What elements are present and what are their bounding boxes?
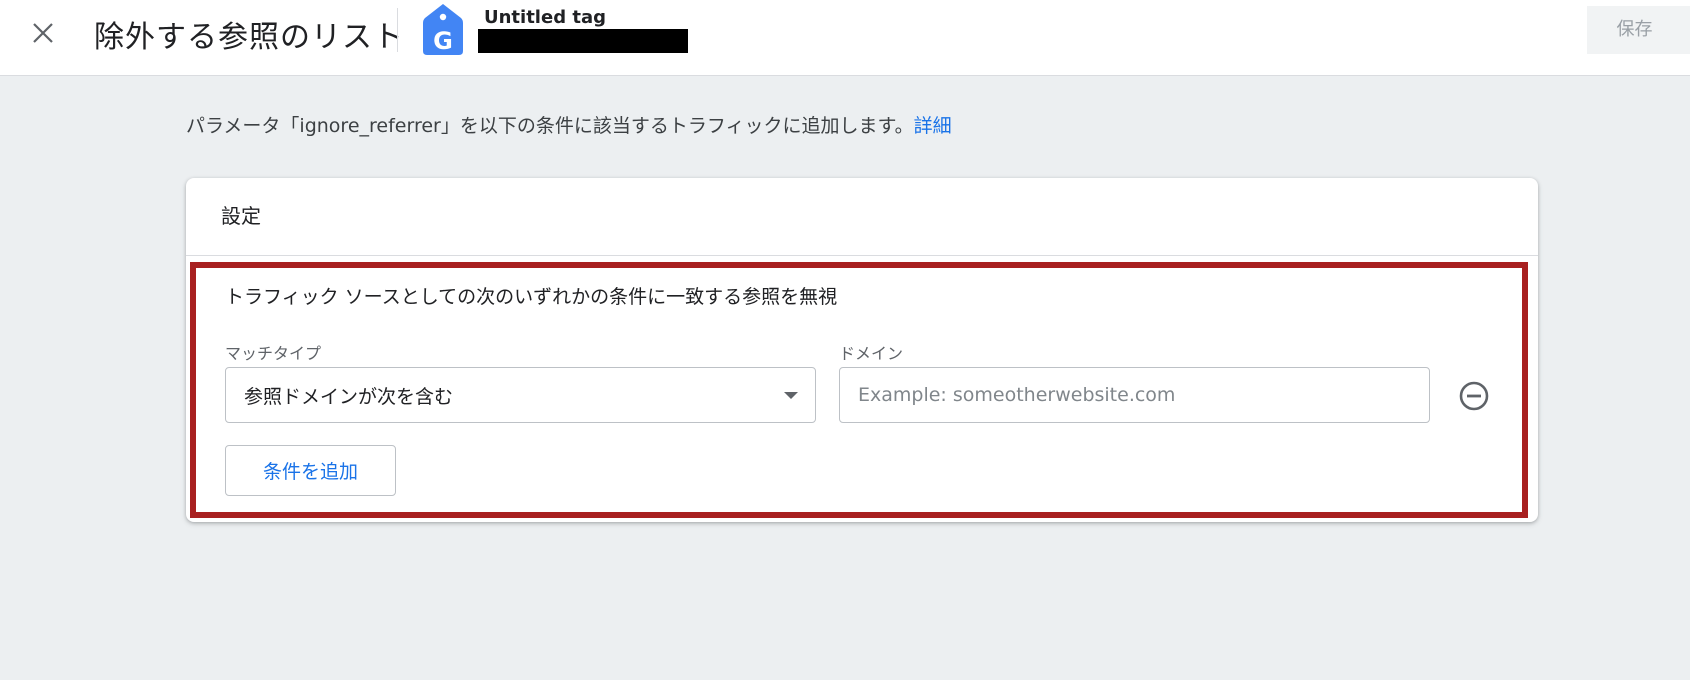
learn-more-link[interactable]: 詳細 [914, 115, 952, 137]
settings-card: 設定 トラフィック ソースとしての次のいずれかの条件に一致する参照を無視 マッチ… [186, 178, 1538, 522]
header-divider [397, 8, 398, 52]
top-app-bar: 除外する参照のリスト G Untitled tag 保存 [0, 0, 1690, 76]
save-button[interactable]: 保存 [1587, 6, 1690, 54]
match-type-label: マッチタイプ [225, 344, 322, 363]
remove-circle-icon [1459, 381, 1489, 411]
tag-name: Untitled tag [484, 7, 606, 28]
google-tag-icon: G [423, 4, 463, 55]
close-button[interactable] [26, 16, 60, 50]
page-title: 除外する参照のリスト [94, 20, 404, 55]
match-type-selected-value: 参照ドメインが次を含む [244, 386, 454, 408]
match-type-select[interactable]: 参照ドメインが次を含む [225, 367, 816, 423]
settings-card-title: 設定 [186, 178, 1538, 256]
condition-group-highlight: トラフィック ソースとしての次のいずれかの条件に一致する参照を無視 マッチタイプ… [190, 262, 1528, 518]
add-condition-button[interactable]: 条件を追加 [225, 445, 396, 496]
domain-input[interactable] [839, 367, 1430, 423]
domain-label: ドメイン [839, 344, 904, 363]
close-icon [33, 23, 53, 43]
svg-text:G: G [433, 27, 453, 55]
redacted-tag-id [478, 29, 688, 53]
description-text: パラメータ「ignore_referrer」を以下の条件に該当するトラフィックに… [186, 111, 952, 138]
description-body: パラメータ「ignore_referrer」を以下の条件に該当するトラフィックに… [186, 115, 914, 137]
condition-group-title: トラフィック ソースとしての次のいずれかの条件に一致する参照を無視 [225, 286, 838, 308]
remove-condition-button[interactable] [1458, 380, 1490, 412]
dropdown-arrow-icon [784, 392, 798, 399]
